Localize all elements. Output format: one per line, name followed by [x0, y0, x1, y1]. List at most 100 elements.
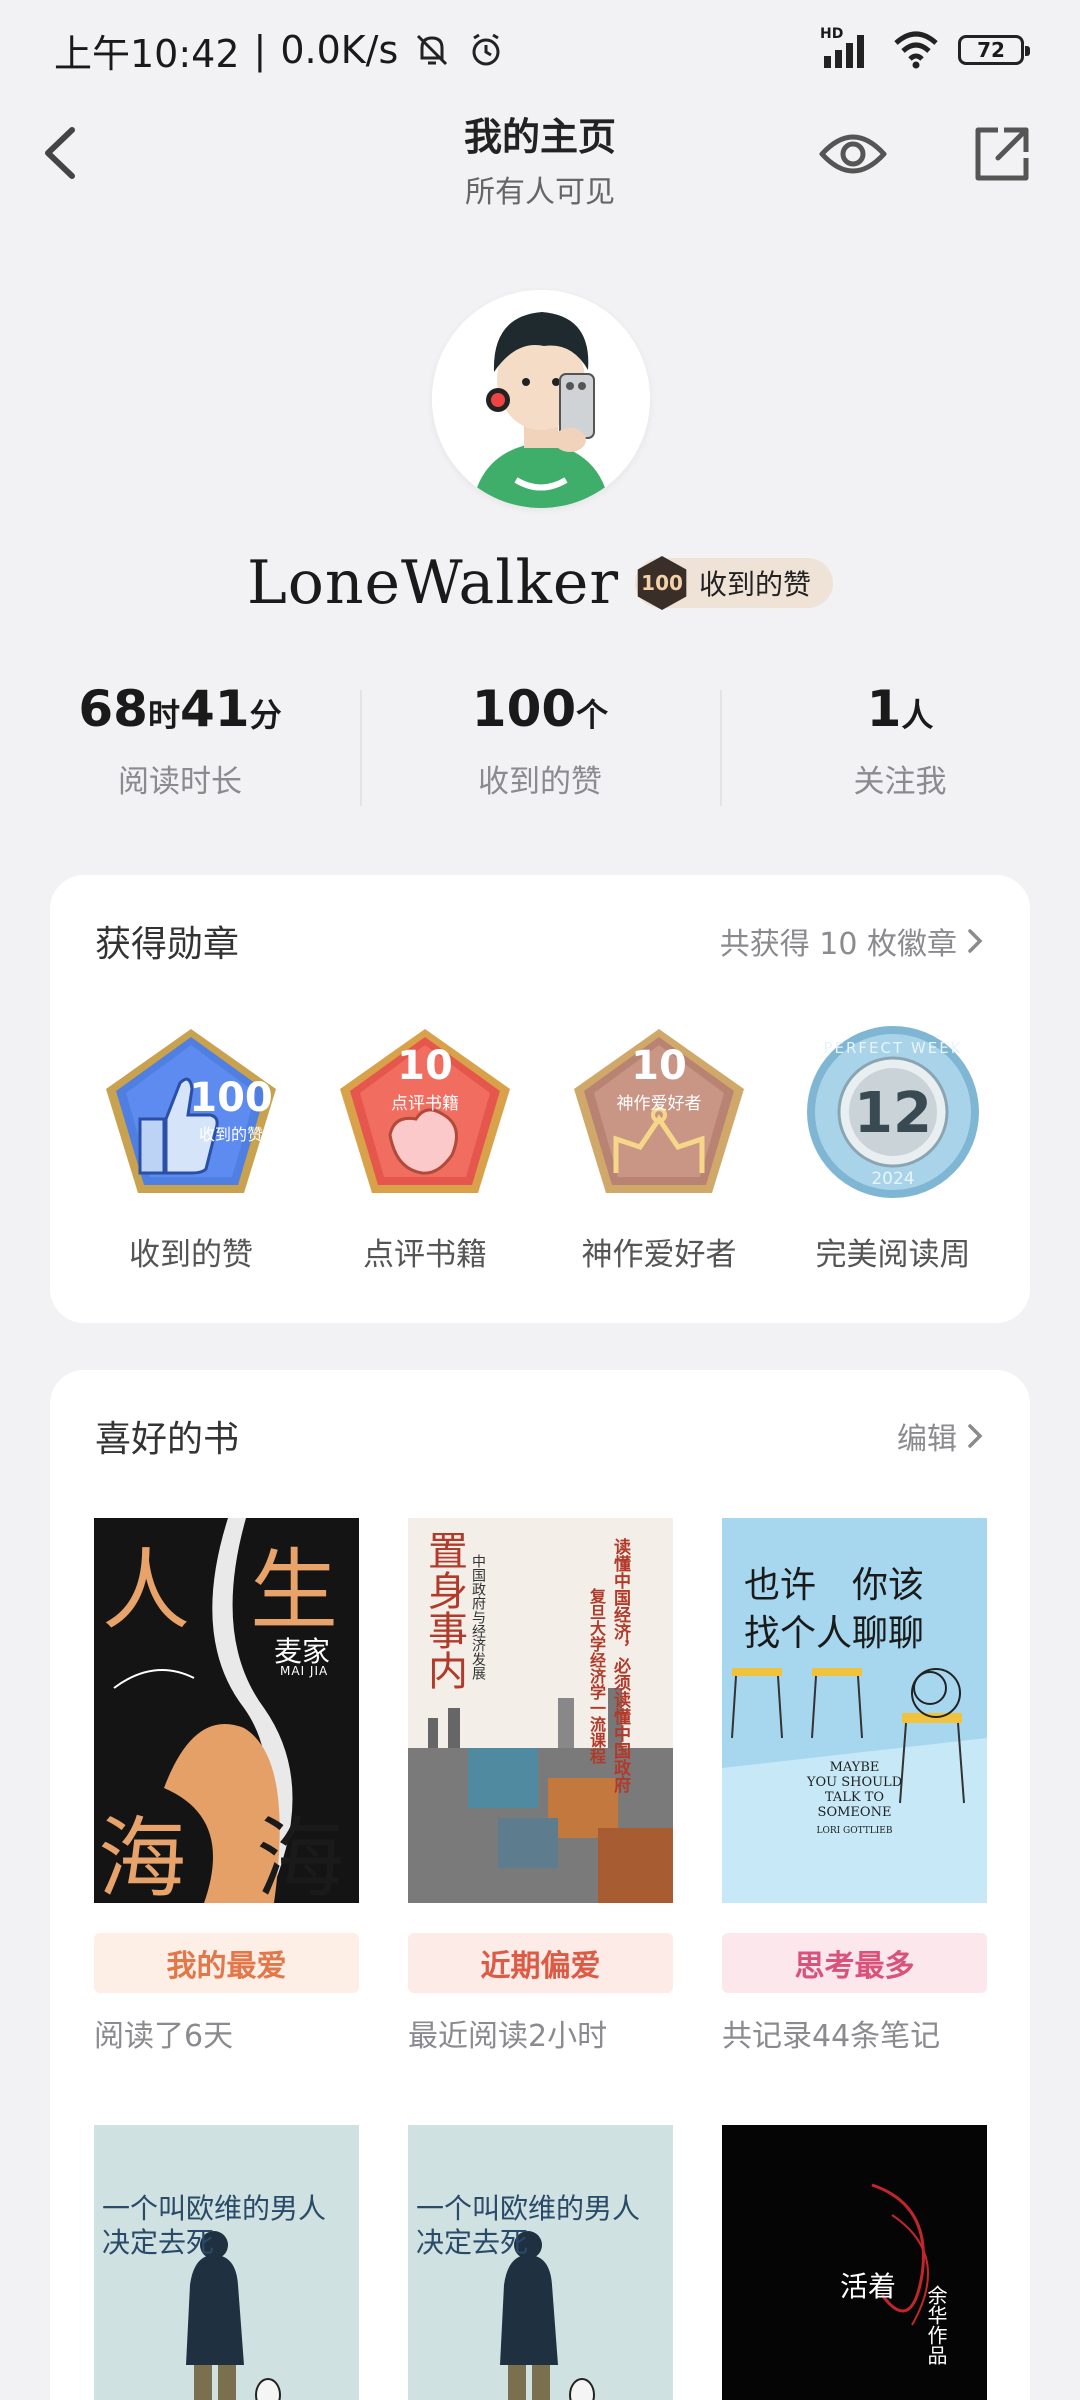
stat-label: 阅读时长 [118, 764, 242, 800]
medal-number: 10 [631, 1043, 687, 1089]
likes-level-badge[interactable]: 100 收到的赞 [635, 556, 834, 610]
status-speed: 0.0K/s [280, 28, 399, 72]
medal-perfect-week[interactable]: PERFECT WEEK 12 2024 完美阅读周 [776, 1023, 1010, 1274]
book-item[interactable]: 也许 你该 找个人聊聊 MAYBE YOU SHOULD TALK TO SOM… [722, 1518, 987, 2055]
cover-title-char: 海 [98, 1807, 187, 1903]
book-subtext: 最近阅读2小时 [408, 2019, 608, 2054]
profile-name-row: LoneWalker 100 收到的赞 [0, 548, 1080, 618]
medal-inner-label: 点评书籍 [391, 1094, 459, 1114]
cover-title: 置身事内 [421, 1530, 467, 1690]
eye-icon[interactable] [818, 124, 888, 184]
stat-unit: 分 [249, 696, 282, 734]
cover-title-char: 海 [256, 1807, 345, 1903]
cover-en-line: MAYBE [829, 1760, 880, 1775]
stat-unit: 个 [576, 696, 609, 734]
page-title-block: 我的主页 所有人可见 [0, 106, 1080, 211]
book-item[interactable]: 活着 余华作品 [722, 2125, 987, 2400]
stat-unit: 时 [147, 696, 180, 734]
hexagon-badge-icon: 100 [637, 556, 687, 610]
favorite-books-card: 喜好的书 编辑 人 生 海 海 麦家 MAI JIA 我的最爱 阅读了6天 置身… [50, 1370, 1030, 2400]
status-separator: | [253, 28, 267, 72]
stat-unit: 人 [901, 696, 934, 734]
book-cover[interactable]: 一个叫欧维的男人 决定去死 [408, 2125, 673, 2400]
likes-badge-label: 收到的赞 [699, 568, 812, 601]
medal-masterpiece-lover[interactable]: 10 神作爱好者 神作爱好者 [542, 1023, 776, 1274]
books-grid: 人 生 海 海 麦家 MAI JIA 我的最爱 阅读了6天 置身事内 中国政府与… [94, 1518, 994, 2400]
page-visibility: 所有人可见 [465, 175, 615, 210]
wifi-icon [894, 31, 938, 69]
book-cover[interactable]: 也许 你该 找个人聊聊 MAYBE YOU SHOULD TALK TO SOM… [722, 1518, 987, 1903]
username: LoneWalker [246, 548, 620, 618]
medals-count-text: 共获得 10 枚徽章 [719, 927, 957, 962]
nav-bar: 我的主页 所有人可见 [0, 100, 1080, 210]
share-icon[interactable] [970, 122, 1034, 186]
cover-quote2: 复旦大学经济学一流课程 [587, 1588, 606, 1764]
book-tag: 近期偏爱 [408, 1933, 673, 1993]
cover-en-line: TALK TO [824, 1790, 885, 1805]
cover-art [186, 2231, 281, 2400]
stat-value: 68 [78, 680, 148, 738]
book-item[interactable]: 一个叫欧维的男人 决定去死 [408, 2125, 673, 2400]
medal-inner-label: 收到的赞 [198, 1125, 263, 1144]
status-bar: 上午10:42 | 0.0K/s HD 72 [0, 0, 1080, 100]
cover-title-char: 生 [250, 1539, 339, 1642]
stat-followers[interactable]: 1人 关注我 [720, 680, 1080, 810]
cover-title: 也许 你该 [744, 1565, 925, 1606]
medal-label: 神作爱好者 [581, 1237, 737, 1273]
cover-art [500, 2231, 595, 2400]
coin-ring-top: PERFECT WEEK [823, 1039, 963, 1057]
cover-title: 找个人聊聊 [744, 1613, 925, 1654]
signal-icon: HD [820, 26, 874, 68]
stat-label: 收到的赞 [478, 764, 602, 800]
medal-reviews[interactable]: 10 点评书籍 点评书籍 [308, 1023, 542, 1274]
stat-reading-time[interactable]: 68时41分 阅读时长 [0, 680, 360, 810]
book-tag: 我的最爱 [94, 1933, 359, 1993]
medal-label: 收到的赞 [129, 1237, 253, 1273]
stat-value: 41 [180, 680, 250, 738]
cover-quote: 读懂中国经济，必须读懂中国政府 [610, 1538, 630, 1793]
book-cover[interactable]: 人 生 海 海 麦家 MAI JIA [94, 1518, 359, 1903]
stat-value: 1 [866, 680, 902, 738]
page-title: 我的主页 [463, 115, 616, 159]
book-tag: 思考最多 [722, 1933, 987, 1993]
book-item[interactable]: 人 生 海 海 麦家 MAI JIA 我的最爱 阅读了6天 [94, 1518, 359, 2055]
medal-likes[interactable]: 100 收到的赞 收到的赞 [74, 1023, 308, 1274]
medals-title: 获得勋章 [95, 924, 240, 965]
cover-title-char: 人 [102, 1539, 191, 1642]
book-cover[interactable]: 置身事内 中国政府与经济发展 读懂中国经济，必须读懂中国政府 复旦大学经济学一流… [408, 1518, 673, 1903]
cover-author-en: MAI JIA [280, 1664, 329, 1678]
battery-indicator: 72 [958, 35, 1030, 65]
medal-number: 100 [189, 1075, 273, 1121]
cover-title: 活着 [840, 2270, 897, 2303]
book-cover[interactable]: 活着 余华作品 [722, 2125, 987, 2400]
edit-books-link[interactable]: 编辑 [897, 1414, 985, 1458]
medal-number: 10 [397, 1043, 453, 1089]
stat-likes[interactable]: 100个 收到的赞 [360, 680, 720, 810]
cover-title: 决定去死 [416, 2226, 529, 2259]
medal-label: 点评书籍 [363, 1237, 487, 1273]
cover-en-line: YOU SHOULD [806, 1775, 903, 1790]
stat-label: 关注我 [853, 764, 947, 800]
cover-title: 决定去死 [102, 2226, 215, 2259]
stat-value: 100 [471, 680, 577, 738]
avatar[interactable] [432, 290, 650, 508]
chevron-right-icon [968, 1424, 983, 1448]
book-item[interactable]: 置身事内 中国政府与经济发展 读懂中国经济，必须读懂中国政府 复旦大学经济学一流… [408, 1518, 673, 2055]
books-title: 喜好的书 [95, 1419, 240, 1460]
profile-stats: 68时41分 阅读时长 100个 收到的赞 1人 关注我 [0, 680, 1080, 810]
mute-bell-icon [417, 34, 448, 66]
book-cover[interactable]: 一个叫欧维的男人 决定去死 [94, 2125, 359, 2400]
medal-label: 完美阅读周 [815, 1237, 971, 1273]
cover-author: 余华作品 [924, 2285, 948, 2365]
book-subtext: 阅读了6天 [94, 2019, 234, 2054]
coin-ring-bottom: 2024 [871, 1169, 915, 1189]
cover-author: LORI GOTTLIEB [816, 1826, 893, 1836]
cover-en-line: SOMEONE [817, 1805, 892, 1820]
book-subtext: 共记录44条笔记 [722, 2019, 941, 2054]
edit-text: 编辑 [897, 1422, 957, 1457]
cover-subtitle: 中国政府与经济发展 [470, 1554, 486, 1680]
book-item[interactable]: 一个叫欧维的男人 决定去死 [94, 2125, 359, 2400]
chevron-right-icon [968, 929, 983, 953]
medals-card: 获得勋章 共获得 10 枚徽章 100 收到的赞 收到的赞 10 点评书籍 点评… [50, 875, 1030, 1323]
medals-count-link[interactable]: 共获得 10 枚徽章 [720, 919, 985, 963]
